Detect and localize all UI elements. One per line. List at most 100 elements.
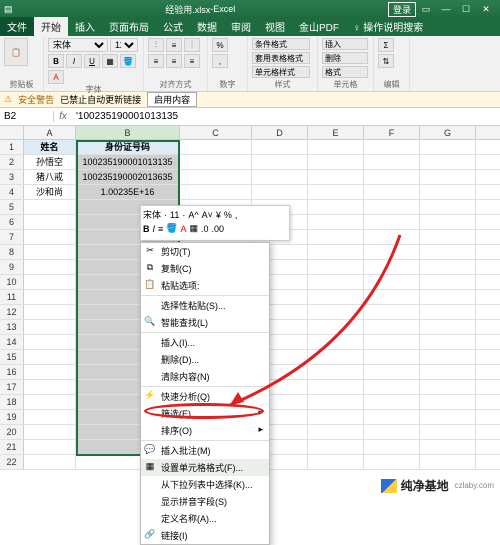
menu-item[interactable]: ⧉复制(C) xyxy=(141,260,269,277)
cell-G9[interactable] xyxy=(420,260,476,274)
formula-input[interactable]: '100235190001013135 xyxy=(72,111,500,122)
cell-E8[interactable] xyxy=(308,245,364,259)
align-mid-button[interactable]: ≡ xyxy=(166,38,182,52)
cell-G8[interactable] xyxy=(420,245,476,259)
cell-G7[interactable] xyxy=(420,230,476,244)
cell-A22[interactable] xyxy=(24,455,76,469)
cell-F20[interactable] xyxy=(364,425,420,439)
menu-item[interactable]: ⚡快速分析(Q) xyxy=(141,388,269,405)
cell-A4[interactable]: 沙和尚 xyxy=(24,185,76,199)
cell-A15[interactable] xyxy=(24,350,76,364)
cell-F9[interactable] xyxy=(364,260,420,274)
fill-button[interactable]: 🪣 xyxy=(120,54,136,68)
cell-F5[interactable] xyxy=(364,200,420,214)
fx-icon[interactable]: fx xyxy=(54,111,72,122)
cell-A16[interactable] xyxy=(24,365,76,379)
col-F[interactable]: F xyxy=(364,126,420,139)
mini-italic-button[interactable]: I xyxy=(153,224,156,234)
cell-G16[interactable] xyxy=(420,365,476,379)
cell-C3[interactable] xyxy=(180,170,252,184)
cell-G4[interactable] xyxy=(420,185,476,199)
close-icon[interactable]: ✕ xyxy=(476,4,496,15)
col-D[interactable]: D xyxy=(252,126,308,139)
cell-G22[interactable] xyxy=(420,455,476,469)
cell-E12[interactable] xyxy=(308,305,364,319)
col-B[interactable]: B xyxy=(76,126,180,139)
maximize-icon[interactable]: ☐ xyxy=(456,4,476,15)
cell-A9[interactable] xyxy=(24,260,76,274)
menu-item[interactable]: 清除内容(N) xyxy=(141,368,269,385)
cell-A3[interactable]: 猪八戒 xyxy=(24,170,76,184)
cell-B3[interactable]: 100235190002013635 xyxy=(76,170,180,184)
cell-G17[interactable] xyxy=(420,380,476,394)
cell-B4[interactable]: 1.00235E+16 xyxy=(76,185,180,199)
cell-A19[interactable] xyxy=(24,410,76,424)
cell-F11[interactable] xyxy=(364,290,420,304)
cell-A13[interactable] xyxy=(24,320,76,334)
cell-E17[interactable] xyxy=(308,380,364,394)
tab-file[interactable]: 文件 xyxy=(0,17,34,36)
cell-C4[interactable] xyxy=(180,185,252,199)
align-top-button[interactable]: ⫶ xyxy=(148,38,164,52)
mini-font[interactable]: 宋体 xyxy=(143,208,161,221)
menu-item[interactable]: 显示拼音字段(S) xyxy=(141,493,269,510)
font-select[interactable]: 宋体 xyxy=(48,38,108,52)
row-header[interactable]: 3 xyxy=(0,170,24,184)
cell-E21[interactable] xyxy=(308,440,364,454)
cell-A6[interactable] xyxy=(24,215,76,229)
tab-review[interactable]: 审阅 xyxy=(224,17,258,36)
cell-A20[interactable] xyxy=(24,425,76,439)
cell-A12[interactable] xyxy=(24,305,76,319)
cell-G2[interactable] xyxy=(420,155,476,169)
cell-F19[interactable] xyxy=(364,410,420,424)
cell-A10[interactable] xyxy=(24,275,76,289)
cell-G10[interactable] xyxy=(420,275,476,289)
cell-F2[interactable] xyxy=(364,155,420,169)
cell-F22[interactable] xyxy=(364,455,420,469)
menu-item[interactable]: 选择性粘贴(S)... xyxy=(141,297,269,314)
cell-E3[interactable] xyxy=(308,170,364,184)
cell-E18[interactable] xyxy=(308,395,364,409)
percent-button[interactable]: % xyxy=(212,38,228,52)
cell-A11[interactable] xyxy=(24,290,76,304)
row-header[interactable]: 10 xyxy=(0,275,24,289)
login-button[interactable]: 登录 xyxy=(388,2,416,17)
cell-B1[interactable]: 身份证号码 xyxy=(76,140,180,154)
cell-C1[interactable] xyxy=(180,140,252,154)
mini-fill-button[interactable]: 🪣 xyxy=(166,223,177,234)
tab-formulas[interactable]: 公式 xyxy=(156,17,190,36)
comma-button[interactable]: , xyxy=(212,54,228,68)
tab-insert[interactable]: 插入 xyxy=(68,17,102,36)
cell-E19[interactable] xyxy=(308,410,364,424)
menu-item[interactable]: 🔍智能查找(L) xyxy=(141,314,269,331)
cell-B2[interactable]: 100235190001013135 xyxy=(76,155,180,169)
row-header[interactable]: 19 xyxy=(0,410,24,424)
cell-G5[interactable] xyxy=(420,200,476,214)
align-left-button[interactable]: ≡ xyxy=(148,54,164,68)
mini-comma-icon[interactable]: , xyxy=(235,210,238,220)
cell-E9[interactable] xyxy=(308,260,364,274)
tab-pdf[interactable]: 金山PDF xyxy=(292,17,346,36)
cell-G3[interactable] xyxy=(420,170,476,184)
row-header[interactable]: 9 xyxy=(0,260,24,274)
cell-F15[interactable] xyxy=(364,350,420,364)
align-bot-button[interactable]: ⫶ xyxy=(184,38,200,52)
cell-F21[interactable] xyxy=(364,440,420,454)
cell-G19[interactable] xyxy=(420,410,476,424)
row-header[interactable]: 5 xyxy=(0,200,24,214)
cell-E14[interactable] xyxy=(308,335,364,349)
insert-button[interactable]: 插入 xyxy=(322,38,368,50)
row-header[interactable]: 17 xyxy=(0,380,24,394)
cell-F7[interactable] xyxy=(364,230,420,244)
cell-A5[interactable] xyxy=(24,200,76,214)
cell-D2[interactable] xyxy=(252,155,308,169)
col-G[interactable]: G xyxy=(420,126,476,139)
minimize-icon[interactable]: — xyxy=(436,4,456,14)
row-header[interactable]: 11 xyxy=(0,290,24,304)
cell-E13[interactable] xyxy=(308,320,364,334)
condfmt-button[interactable]: 条件格式 xyxy=(252,38,310,50)
tablefmt-button[interactable]: 套用表格格式 xyxy=(252,52,310,64)
menu-item[interactable]: 排序(O)▸ xyxy=(141,422,269,439)
cell-F8[interactable] xyxy=(364,245,420,259)
menu-item[interactable]: 定义名称(A)... xyxy=(141,510,269,527)
